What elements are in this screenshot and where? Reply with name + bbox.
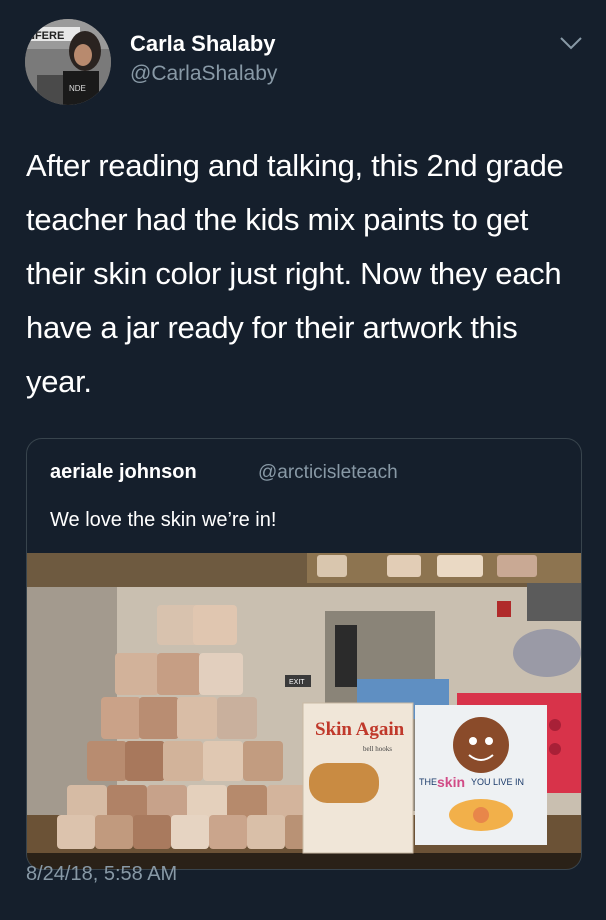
tweet-timestamp[interactable]: 8/24/18, 5:58 AM <box>26 863 177 886</box>
quoted-tweet[interactable]: aeriale johnson @arcticisleteach We love… <box>26 438 582 870</box>
book-skin-again: Skin Again bell hooks <box>302 702 414 854</box>
quoted-photo[interactable]: EXIT Skin Again bell hooks THE skin YOU … <box>27 553 581 869</box>
avatar[interactable]: NFERE NDE <box>25 19 111 105</box>
svg-text:NFERE: NFERE <box>27 30 64 42</box>
quoted-author-name[interactable]: aeriale johnson <box>50 461 197 484</box>
chevron-down-icon[interactable] <box>558 34 584 52</box>
tweet-header: NFERE NDE Carla Shalaby @CarlaShalaby <box>0 0 606 118</box>
book-the-skin-you-live-in: THE skin YOU LIVE IN <box>415 705 547 845</box>
quoted-author-handle[interactable]: @arcticisleteach <box>258 462 398 484</box>
book2-title-main: skin <box>437 774 465 790</box>
author-name[interactable]: Carla Shalaby <box>130 31 276 57</box>
book2-title-post: YOU LIVE IN <box>471 777 524 787</box>
avatar-photo: NFERE NDE <box>25 19 111 105</box>
book2-title-pre: THE <box>419 777 437 787</box>
book1-author: bell hooks <box>363 745 392 753</box>
tweet-text: After reading and talking, this 2nd grad… <box>26 148 564 399</box>
svg-text:NDE: NDE <box>69 84 86 93</box>
exit-sign: EXIT <box>289 679 305 686</box>
author-handle[interactable]: @CarlaShalaby <box>130 62 277 86</box>
quoted-tweet-text: We love the skin we’re in! <box>50 509 277 531</box>
book1-title: Skin Again <box>315 719 405 740</box>
